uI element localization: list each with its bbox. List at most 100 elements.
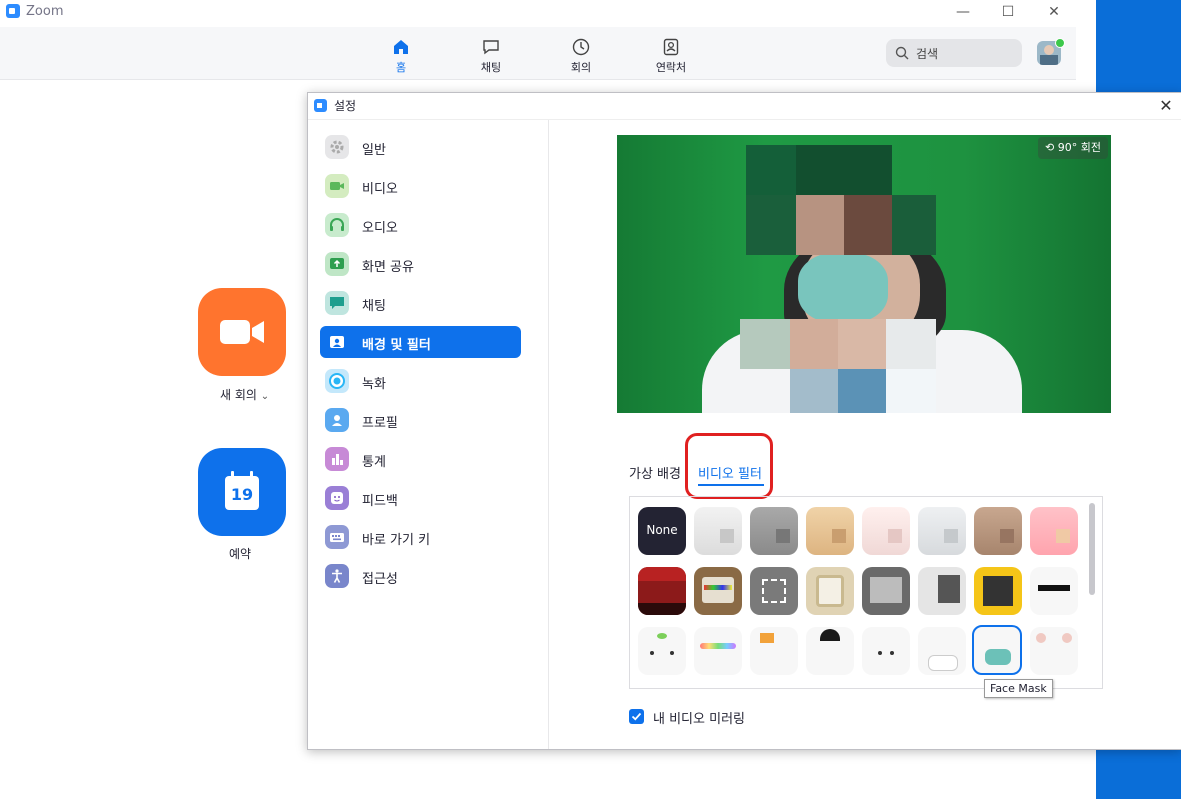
filter-tile[interactable] xyxy=(638,567,686,615)
filter-tile[interactable] xyxy=(638,627,686,675)
filter-tile[interactable] xyxy=(862,567,910,615)
filter-none-label: None xyxy=(646,523,678,537)
nav-home-label: 홈 xyxy=(395,61,407,74)
sidebar-item-profile[interactable]: 프로필 xyxy=(320,404,521,436)
pixelation-block xyxy=(796,195,844,255)
filter-tile[interactable] xyxy=(750,627,798,675)
filter-tile[interactable] xyxy=(918,627,966,675)
pixelation-block xyxy=(740,319,790,369)
filter-tile[interactable] xyxy=(918,507,966,555)
search-icon xyxy=(895,46,909,60)
pixelation-block xyxy=(746,195,796,255)
face-mask-tooltip: Face Mask xyxy=(984,679,1053,698)
sidebar-item-feedback[interactable]: 피드백 xyxy=(320,482,521,514)
minimize-button[interactable]: — xyxy=(948,2,978,22)
mirror-label: 내 비디오 미러링 xyxy=(653,712,745,727)
filter-tile[interactable] xyxy=(750,567,798,615)
nav-meetings[interactable]: 회의 xyxy=(551,37,611,75)
nav-chat[interactable]: 채팅 xyxy=(461,37,521,75)
tab-virtual-background[interactable]: 가상 배경 xyxy=(629,463,681,482)
nav-chat-label: 채팅 xyxy=(480,61,502,74)
new-meeting-button[interactable] xyxy=(198,288,286,376)
video-camera-icon xyxy=(220,320,264,344)
record-icon xyxy=(325,369,349,393)
video-preview xyxy=(617,135,1111,413)
filter-tile[interactable] xyxy=(806,627,854,675)
sidebar-item-video[interactable]: 비디오 xyxy=(320,170,521,202)
search-placeholder: 검색 xyxy=(916,47,939,61)
pixelation-block xyxy=(790,319,838,369)
sidebar-item-audio[interactable]: 오디오 xyxy=(320,209,521,241)
filter-none[interactable]: None xyxy=(638,507,686,555)
schedule-label: 예약 xyxy=(229,547,252,561)
chat-icon xyxy=(483,40,499,55)
filter-tile[interactable] xyxy=(974,507,1022,555)
schedule-button[interactable]: 19 xyxy=(198,448,286,536)
maximize-button[interactable]: ☐ xyxy=(993,2,1023,22)
sidebar-item-accessibility[interactable]: 접근성 xyxy=(320,560,521,592)
avatar-face xyxy=(1044,45,1054,55)
search-input[interactable]: 검색 xyxy=(886,39,1022,67)
filter-tile[interactable] xyxy=(1030,507,1078,555)
filter-tile[interactable] xyxy=(1030,567,1078,615)
filter-tile[interactable] xyxy=(806,567,854,615)
filter-tile[interactable] xyxy=(806,507,854,555)
sidebar-item-shortcuts[interactable]: 바로 가기 키 xyxy=(320,521,521,553)
highlight-annotation xyxy=(685,433,773,499)
filter-grid: None xyxy=(629,496,1103,689)
chevron-down-icon[interactable]: ⌄ xyxy=(261,391,269,402)
filter-tile[interactable] xyxy=(862,627,910,675)
settings-title-bar: 설정 ✕ xyxy=(308,93,1181,120)
filter-tile[interactable] xyxy=(1030,627,1078,675)
screen-share-icon xyxy=(325,252,349,276)
sidebar-item-label: 바로 가기 키 xyxy=(362,533,431,548)
close-button[interactable]: ✕ xyxy=(1039,2,1069,22)
sidebar-item-screen-share[interactable]: 화면 공유 xyxy=(320,248,521,280)
pixelation-block xyxy=(844,195,892,255)
presence-status-dot xyxy=(1055,38,1065,48)
rotate-90-button[interactable]: ⟲ 90° 회전 xyxy=(1038,137,1108,159)
pixelation-block xyxy=(892,195,936,255)
new-meeting-label: 새 회의 ⌄ xyxy=(220,388,270,402)
filter-tile[interactable] xyxy=(862,507,910,555)
filter-tile[interactable] xyxy=(974,567,1022,615)
zoom-logo-icon xyxy=(6,4,20,18)
settings-title: 설정 xyxy=(334,99,357,113)
filter-face-mask[interactable] xyxy=(972,625,1022,675)
keyboard-icon xyxy=(325,525,349,549)
pixelation-block xyxy=(796,145,892,195)
nav-home[interactable]: 홈 xyxy=(371,37,431,75)
profile-icon xyxy=(325,408,349,432)
filter-tile[interactable] xyxy=(918,567,966,615)
settings-sidebar: 일반 비디오 오디오 화면 공유 채팅 배경 및 필터 녹화 프로필 통계 피드… xyxy=(308,120,549,749)
pixelation-block xyxy=(886,319,936,369)
sidebar-item-statistics[interactable]: 통계 xyxy=(320,443,521,475)
sidebar-item-chat[interactable]: 채팅 xyxy=(320,287,521,319)
sidebar-item-label: 피드백 xyxy=(362,494,398,509)
check-icon xyxy=(631,712,642,721)
sidebar-item-label: 통계 xyxy=(362,455,386,470)
sidebar-item-background-filters[interactable]: 배경 및 필터 xyxy=(320,326,521,358)
pixelation-block xyxy=(838,319,886,369)
filter-tile[interactable] xyxy=(694,567,742,615)
smile-icon xyxy=(325,486,349,510)
headphones-icon xyxy=(325,213,349,237)
filter-tile[interactable] xyxy=(694,627,742,675)
pixelation-block xyxy=(790,369,838,413)
mirror-checkbox[interactable] xyxy=(629,709,644,724)
gear-icon xyxy=(325,135,349,159)
bar-chart-icon xyxy=(325,447,349,471)
background-portrait-icon xyxy=(325,330,349,354)
filter-tile[interactable] xyxy=(694,507,742,555)
nav-contacts[interactable]: 연락처 xyxy=(641,37,701,75)
settings-close-button[interactable]: ✕ xyxy=(1155,95,1177,117)
calendar-day: 19 xyxy=(230,485,254,504)
sidebar-item-label: 화면 공유 xyxy=(362,260,414,275)
sidebar-item-general[interactable]: 일반 xyxy=(320,131,521,163)
title-bar: Zoom — ☐ ✕ xyxy=(0,0,1076,24)
nav-contacts-label: 연락처 xyxy=(655,61,687,74)
sidebar-item-label: 비디오 xyxy=(362,182,398,197)
filter-tile[interactable] xyxy=(750,507,798,555)
sidebar-item-recording[interactable]: 녹화 xyxy=(320,365,521,397)
filter-grid-scrollbar[interactable] xyxy=(1089,503,1095,595)
